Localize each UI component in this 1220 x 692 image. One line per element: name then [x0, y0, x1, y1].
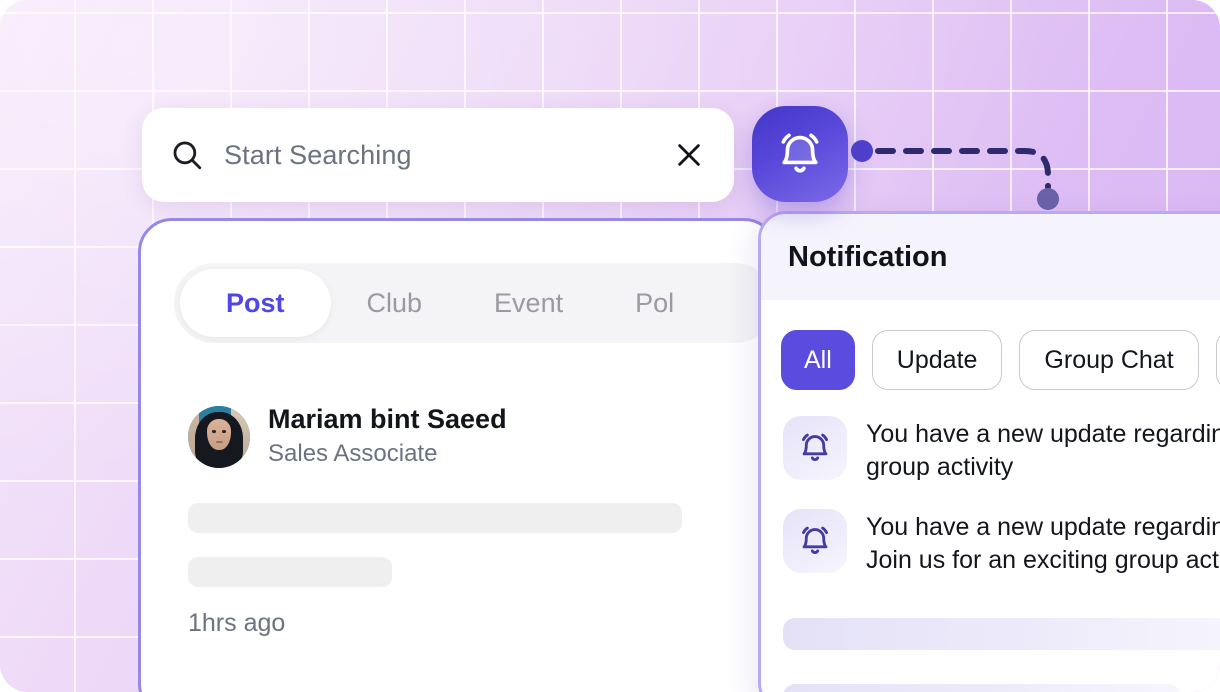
filter-chip-comment[interactable]: C: [1215, 330, 1220, 390]
post-author: Mariam bint Saeed Sales Associate: [188, 404, 507, 469]
post-timestamp: 1hrs ago: [188, 609, 286, 637]
notification-placeholder-1: [783, 618, 1220, 650]
avatar: [188, 405, 250, 468]
filter-chip-update[interactable]: Update: [871, 330, 1003, 390]
notification-item-text: You have a new update regardin group act…: [866, 420, 1220, 481]
notification-header: Notification: [761, 214, 1220, 300]
close-icon[interactable]: [674, 140, 704, 170]
filter-chip-group-chat[interactable]: Group Chat: [1019, 330, 1199, 390]
tab-club[interactable]: Club: [331, 269, 459, 337]
post-card: Post Club Event Pol Mariam bint Saeed Sa…: [138, 218, 778, 692]
notification-item-text: You have a new update regardin Join us f…: [866, 513, 1220, 574]
notification-filter-row: All Update Group Chat C: [761, 300, 1220, 390]
author-name: Mariam bint Saeed: [268, 404, 507, 434]
author-text-block: Mariam bint Saeed Sales Associate: [268, 404, 507, 469]
filter-chip-all[interactable]: All: [781, 330, 855, 390]
tab-poll[interactable]: Pol: [599, 269, 710, 337]
author-role: Sales Associate: [268, 440, 438, 468]
app-screenshot: Start Searching Post Club Event Pol Mari…: [0, 0, 1220, 692]
search-input[interactable]: Start Searching: [224, 140, 674, 171]
bell-ringing-icon: [781, 133, 819, 173]
post-body-placeholder-1: [188, 503, 682, 533]
post-body-placeholder-2: [188, 557, 392, 587]
bell-ringing-icon: [783, 416, 847, 480]
search-bar[interactable]: Start Searching: [142, 108, 734, 202]
notification-bell-button[interactable]: [752, 106, 848, 202]
bell-ringing-icon: [783, 509, 847, 573]
search-icon: [170, 138, 204, 172]
notification-title: Notification: [788, 240, 948, 273]
post-tab-strip: Post Club Event Pol: [174, 263, 775, 343]
tab-post[interactable]: Post: [180, 269, 331, 337]
notification-panel: Notification All Update Group Chat C You…: [758, 211, 1220, 692]
notification-placeholder-2: [783, 684, 1181, 692]
notification-item[interactable]: You have a new update regardin group act…: [761, 416, 1220, 483]
tab-event[interactable]: Event: [458, 269, 599, 337]
notification-item[interactable]: You have a new update regardin Join us f…: [761, 509, 1220, 576]
